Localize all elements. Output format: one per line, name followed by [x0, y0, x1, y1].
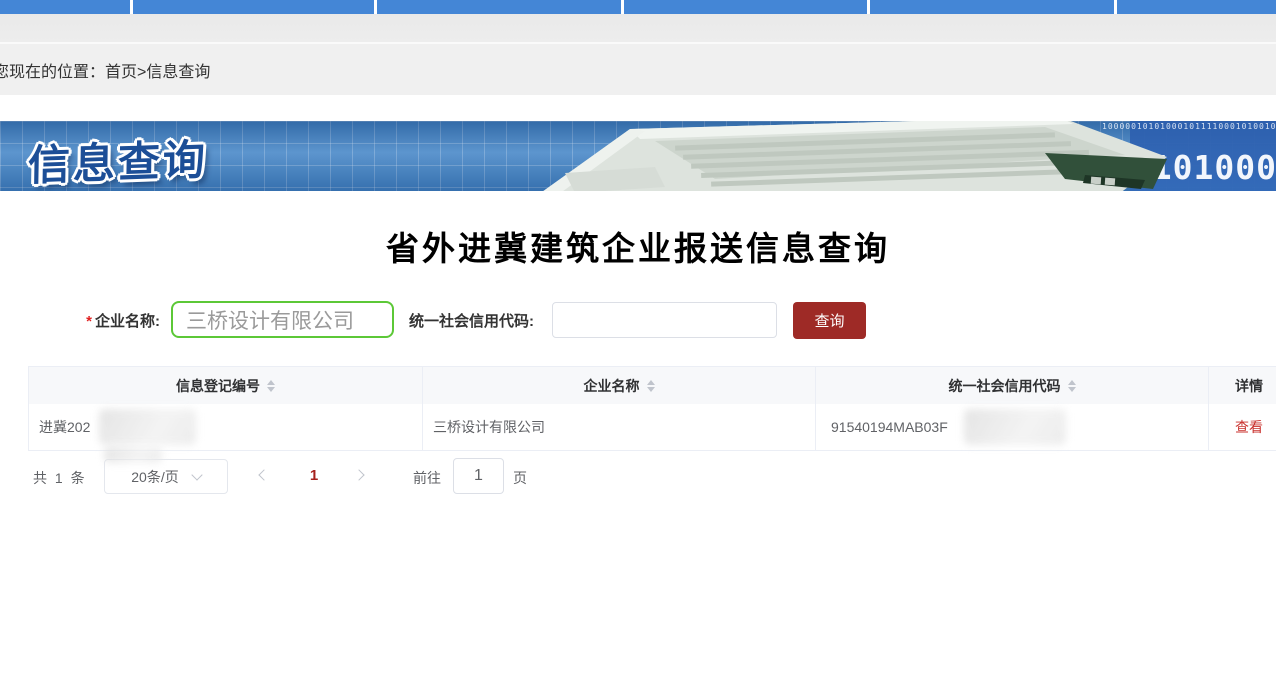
sort-carets-icon[interactable]	[647, 380, 655, 392]
company-name-input[interactable]	[171, 301, 394, 338]
header-strip	[0, 14, 1276, 44]
sort-carets-icon[interactable]	[267, 380, 275, 392]
goto-page-input[interactable]	[453, 458, 504, 494]
cell-detail: 查看	[1209, 404, 1276, 450]
spacer	[0, 95, 1276, 121]
nav-segment[interactable]	[870, 0, 1114, 14]
nav-segment[interactable]	[1117, 0, 1276, 14]
cell-credit-code: 91540194MAB03F	[816, 404, 1209, 450]
company-name-label: *企业名称:	[0, 310, 160, 331]
page-size-value: 20条/页	[131, 467, 178, 487]
sort-descending-icon[interactable]	[1068, 387, 1076, 392]
breadcrumb[interactable]: 您现在的位置：首页>信息查询	[0, 58, 210, 82]
laptop-image	[505, 121, 1170, 191]
redaction-blur	[99, 409, 196, 445]
goto-label: 前往	[413, 468, 441, 488]
credit-code-input[interactable]	[552, 302, 777, 338]
top-nav-bar	[0, 0, 1276, 14]
sort-descending-icon[interactable]	[267, 387, 275, 392]
current-page-number[interactable]: 1	[306, 467, 322, 484]
query-button[interactable]: 查询	[793, 302, 866, 339]
nav-segment[interactable]	[133, 0, 374, 14]
page-title: 省外进冀建筑企业报送信息查询	[0, 222, 1276, 270]
table-body: 进冀202 三桥设计有限公司 91540194MAB03F 查看	[29, 404, 1276, 451]
page-size-select[interactable]: 20条/页	[104, 459, 228, 494]
redaction-blur	[104, 447, 162, 463]
sort-ascending-icon[interactable]	[1068, 380, 1076, 385]
chevron-down-icon	[191, 469, 202, 480]
page-unit-label: 页	[513, 468, 527, 488]
banner-title: 信息查询	[28, 126, 209, 191]
column-header-detail: 详情	[1209, 367, 1276, 404]
cell-company: 三桥设计有限公司	[423, 404, 816, 450]
sort-ascending-icon[interactable]	[267, 380, 275, 385]
banner: 1000001010100010111100010100101 01101000…	[0, 121, 1276, 191]
required-asterisk: *	[86, 313, 92, 330]
cell-reg-no: 进冀202	[29, 404, 423, 450]
column-header-reg-no[interactable]: 信息登记编号	[29, 367, 423, 404]
next-page-icon[interactable]	[353, 469, 364, 480]
table-header: 信息登记编号 企业名称 统一社会信用代码	[29, 367, 1276, 404]
results-table: 信息登记编号 企业名称 统一社会信用代码	[28, 366, 1276, 451]
breadcrumb-bar: 您现在的位置：首页>信息查询	[0, 44, 1276, 95]
total-count-label: 共 1 条	[33, 468, 87, 488]
credit-code-label: 统一社会信用代码:	[409, 310, 534, 331]
sort-carets-icon[interactable]	[1068, 380, 1076, 392]
search-form: *企业名称: 统一社会信用代码: 查询	[0, 301, 1276, 339]
column-header-company[interactable]: 企业名称	[423, 367, 816, 404]
prev-page-icon[interactable]	[258, 469, 269, 480]
nav-segment[interactable]	[624, 0, 867, 14]
nav-segment[interactable]	[377, 0, 621, 14]
table-row: 进冀202 三桥设计有限公司 91540194MAB03F 查看	[29, 404, 1276, 451]
redaction-blur	[964, 409, 1066, 445]
pagination: 共 1 条 20条/页 1 前往 页	[0, 458, 1276, 498]
sort-descending-icon[interactable]	[647, 387, 655, 392]
nav-segment[interactable]	[0, 0, 130, 14]
company-name-label-text: 企业名称:	[95, 313, 160, 330]
column-header-credit-code[interactable]: 统一社会信用代码	[816, 367, 1209, 404]
view-detail-link[interactable]: 查看	[1235, 417, 1263, 437]
sort-ascending-icon[interactable]	[647, 380, 655, 385]
